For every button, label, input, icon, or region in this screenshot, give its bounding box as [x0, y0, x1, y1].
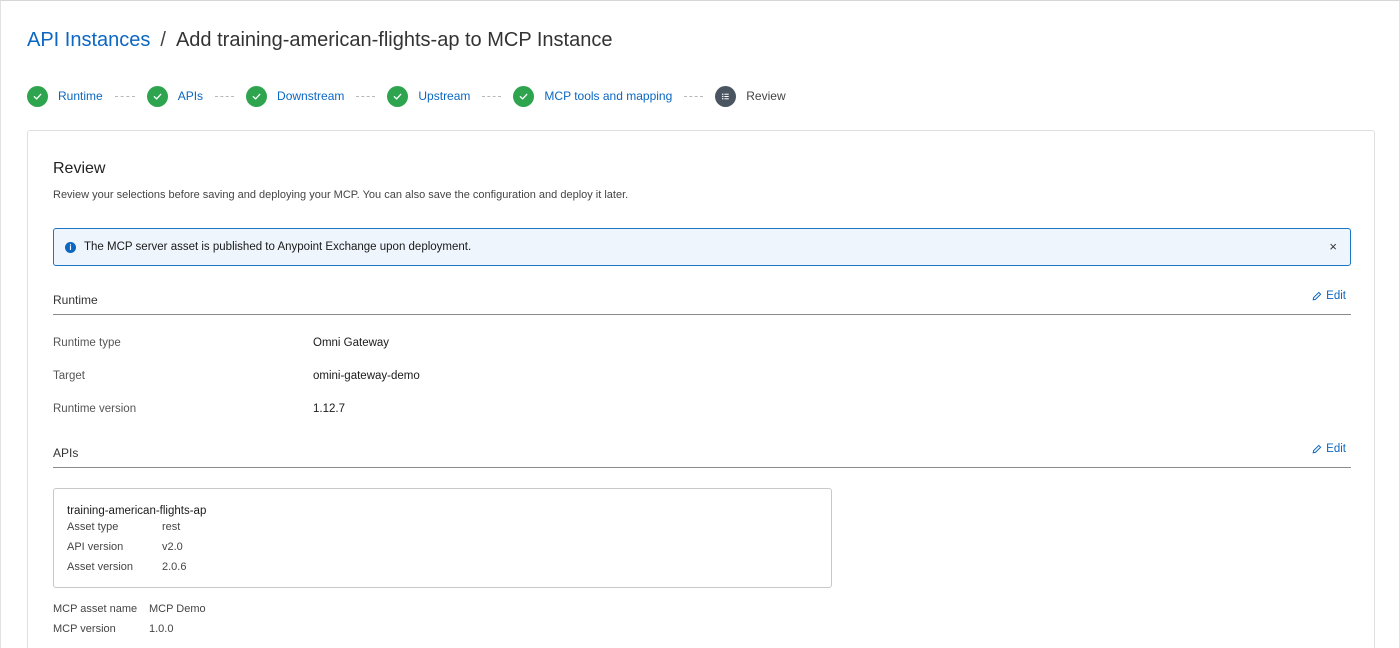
step-apis[interactable]: APIs	[146, 85, 204, 107]
runtime-version-label: Runtime version	[53, 403, 137, 415]
runtime-section-title: Runtime	[53, 293, 98, 307]
asset-type-label: Asset type	[67, 521, 119, 533]
step-connector	[356, 95, 376, 97]
api-summary-box: training-american-flights-ap Asset type …	[53, 488, 832, 588]
asset-version-value: 2.0.6	[162, 561, 187, 573]
runtime-type-label: Runtime type	[53, 337, 121, 349]
apis-edit-button[interactable]: Edit	[1312, 443, 1346, 455]
mcp-asset-name-label: MCP asset name	[53, 603, 138, 615]
breadcrumb-separator: /	[160, 29, 166, 51]
runtime-type-value: Omni Gateway	[313, 337, 390, 349]
step-upstream[interactable]: Upstream	[387, 85, 471, 107]
info-banner: i The MCP server asset is published to A…	[53, 228, 1351, 266]
edit-label: Edit	[1326, 290, 1346, 302]
close-icon[interactable]: ×	[1329, 240, 1337, 254]
runtime-section-header: Runtime Edit	[53, 290, 1351, 315]
banner-text: The MCP server asset is published to Any…	[84, 241, 472, 253]
step-connector	[215, 95, 235, 97]
step-label: Runtime	[58, 89, 103, 103]
target-value: omini-gateway-demo	[313, 370, 420, 382]
step-connector	[482, 95, 502, 97]
pencil-icon	[1312, 291, 1322, 301]
step-connector	[114, 95, 135, 97]
info-icon: i	[65, 241, 76, 253]
step-label: Review	[746, 89, 786, 103]
breadcrumb-api-instances-link[interactable]: API Instances	[27, 29, 150, 52]
step-label: Downstream	[277, 89, 345, 103]
target-label: Target	[53, 370, 85, 382]
apis-section-header: APIs Edit	[53, 443, 1351, 468]
apis-section-title: APIs	[53, 446, 79, 460]
review-card: Review Review your selections before sav…	[27, 130, 1375, 648]
page-frame: API Instances / Add training-american-fl…	[0, 0, 1400, 648]
step-connector	[684, 95, 704, 97]
runtime-version-value: 1.12.7	[313, 403, 345, 415]
step-label: Upstream	[418, 89, 471, 103]
check-icon	[387, 85, 409, 107]
mcp-asset-name-value: MCP Demo	[149, 603, 206, 615]
step-label: MCP tools and mapping	[544, 89, 673, 103]
step-downstream[interactable]: Downstream	[246, 85, 345, 107]
mcp-version-value: 1.0.0	[149, 623, 174, 635]
check-icon	[27, 85, 48, 107]
pencil-icon	[1312, 444, 1322, 454]
page-title: Add training-american-flights-ap to MCP …	[175, 29, 613, 51]
breadcrumb: API Instances / Add training-american-fl…	[27, 29, 612, 52]
review-title: Review	[53, 160, 106, 177]
check-icon	[146, 85, 168, 107]
step-review[interactable]: Review	[715, 85, 786, 107]
asset-type-value: rest	[162, 521, 181, 533]
runtime-edit-button[interactable]: Edit	[1312, 290, 1346, 302]
check-icon	[513, 85, 535, 107]
check-icon	[246, 85, 268, 107]
api-version-label: API version	[67, 541, 124, 553]
asset-version-label: Asset version	[67, 561, 134, 573]
mcp-version-label: MCP version	[53, 623, 116, 635]
api-version-value: v2.0	[162, 541, 183, 553]
review-description: Review your selections before saving and…	[53, 189, 629, 201]
list-icon	[715, 85, 737, 107]
edit-label: Edit	[1326, 443, 1346, 455]
step-mcp-tools-and-mapping[interactable]: MCP tools and mapping	[513, 85, 673, 107]
wizard-stepper: Runtime APIs Downstream Upstream MCP too…	[27, 85, 786, 107]
step-runtime[interactable]: Runtime	[27, 85, 103, 107]
api-name: training-american-flights-ap	[67, 505, 207, 517]
step-label: APIs	[177, 89, 204, 103]
